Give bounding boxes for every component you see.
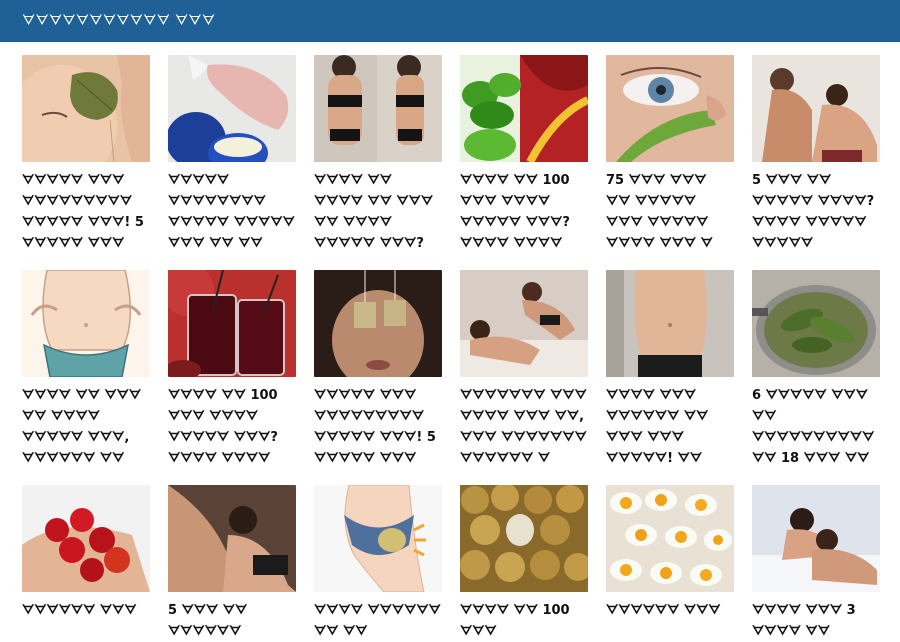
belly-illustration-image bbox=[22, 270, 150, 377]
basil-artery-image bbox=[460, 55, 588, 162]
slim-waist-image bbox=[606, 270, 734, 377]
couple-bed-image bbox=[460, 270, 588, 377]
article-title[interactable]: 75 ᗊᗊᗊ ᗊᗊᗊ ᗊᗊ ᗊᗊᗊᗊᗊ ᗊᗊᗊ ᗊᗊᗊᗊᗊ ᗊᗊᗊᗊ ᗊᗊᗊ ᗊ… bbox=[606, 170, 734, 254]
beet-juice-image bbox=[168, 270, 296, 377]
article-card[interactable]: ᗊᗊᗊᗊ ᗊᗊᗊ 3 ᗊᗊᗊᗊ ᗊᗊ bbox=[752, 485, 880, 642]
teabag-eyes-image bbox=[314, 270, 442, 377]
article-thumbnail[interactable] bbox=[606, 485, 734, 592]
article-card[interactable]: ᗊᗊᗊᗊ ᗊᗊ 100 ᗊᗊᗊ ᗊᗊᗊᗊ ᗊᗊᗊᗊᗊ ᗊᗊᗊ? ᗊᗊᗊᗊ ᗊᗊᗊ… bbox=[460, 55, 588, 254]
article-card[interactable]: ᗊᗊᗊᗊ ᗊᗊᗊᗊᗊᗊ ᗊᗊ ᗊᗊ bbox=[314, 485, 442, 642]
article-thumbnail[interactable] bbox=[460, 485, 588, 592]
article-title[interactable]: ᗊᗊᗊᗊ ᗊᗊᗊᗊᗊᗊ ᗊᗊ ᗊᗊ bbox=[314, 600, 442, 642]
article-thumbnail[interactable] bbox=[22, 270, 150, 377]
article-title[interactable]: ᗊᗊᗊᗊ ᗊᗊᗊ 3 ᗊᗊᗊᗊ ᗊᗊ bbox=[752, 600, 880, 642]
article-title[interactable]: ᗊᗊᗊᗊᗊᗊᗊ ᗊᗊᗊ ᗊᗊᗊᗊ ᗊᗊᗊ ᗊᗊ, ᗊᗊᗊ ᗊᗊᗊᗊᗊᗊᗊ ᗊᗊᗊ… bbox=[460, 385, 588, 469]
article-title[interactable]: 5 ᗊᗊᗊ ᗊᗊ ᗊᗊᗊᗊᗊᗊ bbox=[168, 600, 296, 642]
article-title[interactable]: ᗊᗊᗊᗊ ᗊᗊ 100 ᗊᗊᗊ ᗊᗊᗊᗊ ᗊᗊᗊᗊᗊ ᗊᗊᗊ? ᗊᗊᗊᗊ ᗊᗊᗊ… bbox=[460, 170, 588, 254]
article-card[interactable]: ᗊᗊᗊᗊᗊᗊ ᗊᗊᗊ bbox=[22, 485, 150, 642]
before-after-image bbox=[314, 55, 442, 162]
article-thumbnail[interactable] bbox=[168, 485, 296, 592]
article-card[interactable]: ᗊᗊᗊᗊᗊᗊᗊ ᗊᗊᗊ ᗊᗊᗊᗊ ᗊᗊᗊ ᗊᗊ, ᗊᗊᗊ ᗊᗊᗊᗊᗊᗊᗊ ᗊᗊᗊ… bbox=[460, 270, 588, 469]
article-thumbnail[interactable] bbox=[168, 55, 296, 162]
article-card[interactable]: 5 ᗊᗊᗊ ᗊᗊ ᗊᗊᗊᗊᗊᗊ bbox=[168, 485, 296, 642]
article-card[interactable]: 75 ᗊᗊᗊ ᗊᗊᗊ ᗊᗊ ᗊᗊᗊᗊᗊ ᗊᗊᗊ ᗊᗊᗊᗊᗊ ᗊᗊᗊᗊ ᗊᗊᗊ ᗊ… bbox=[606, 55, 734, 254]
article-row: ᗊᗊᗊᗊᗊ ᗊᗊᗊ ᗊᗊᗊᗊᗊᗊᗊᗊᗊ ᗊᗊᗊᗊᗊ ᗊᗊᗊ! 5 ᗊᗊᗊᗊᗊ ᗊ… bbox=[22, 55, 900, 254]
article-card[interactable]: ᗊᗊᗊᗊ ᗊᗊ 100 ᗊᗊᗊ ᗊᗊᗊᗊ ᗊᗊᗊᗊᗊ ᗊᗊᗊ? ᗊᗊᗊᗊ ᗊᗊᗊ… bbox=[168, 270, 296, 469]
article-title[interactable]: ᗊᗊᗊᗊ ᗊᗊ 100 ᗊᗊᗊ bbox=[460, 600, 588, 642]
article-title[interactable]: ᗊᗊᗊᗊᗊ ᗊᗊᗊᗊᗊᗊᗊᗊ ᗊᗊᗊᗊᗊ ᗊᗊᗊᗊᗊ ᗊᗊᗊ ᗊᗊ ᗊᗊ ᗊᗊᗊ… bbox=[168, 170, 296, 254]
article-title[interactable]: 6 ᗊᗊᗊᗊᗊ ᗊᗊᗊ ᗊᗊ ᗊᗊᗊᗊᗊᗊᗊᗊᗊᗊᗊᗊ 18 ᗊᗊᗊ ᗊᗊ ᗊᗊ… bbox=[752, 385, 880, 469]
article-title[interactable]: ᗊᗊᗊᗊᗊᗊ ᗊᗊᗊ bbox=[22, 600, 150, 621]
acerola-cherries-image bbox=[22, 485, 150, 592]
article-thumbnail[interactable] bbox=[606, 55, 734, 162]
article-title[interactable]: ᗊᗊᗊᗊ ᗊᗊᗊ ᗊᗊᗊᗊᗊᗊ ᗊᗊ ᗊᗊᗊ ᗊᗊᗊ ᗊᗊᗊᗊᗊ! ᗊᗊ ᗊᗊᗊ… bbox=[606, 385, 734, 469]
article-thumbnail[interactable] bbox=[460, 270, 588, 377]
hip-fat-image bbox=[314, 485, 442, 592]
site-header: ᗊᗊᗊᗊᗊᗊᗊᗊᗊᗊᗊ ᗊᗊᗊ bbox=[0, 0, 900, 42]
article-row: ᗊᗊᗊᗊᗊᗊ ᗊᗊᗊ 5 ᗊᗊᗊ ᗊᗊ ᗊᗊᗊᗊᗊᗊ ᗊᗊᗊᗊ ᗊᗊᗊᗊᗊᗊ ᗊ… bbox=[22, 485, 900, 642]
article-card[interactable]: ᗊᗊᗊᗊᗊᗊ ᗊᗊᗊ bbox=[606, 485, 734, 642]
article-card[interactable]: ᗊᗊᗊᗊ ᗊᗊᗊ ᗊᗊᗊᗊᗊᗊ ᗊᗊ ᗊᗊᗊ ᗊᗊᗊ ᗊᗊᗊᗊᗊ! ᗊᗊ ᗊᗊᗊ… bbox=[606, 270, 734, 469]
petroleum-jelly-image bbox=[168, 55, 296, 162]
article-card[interactable]: 6 ᗊᗊᗊᗊᗊ ᗊᗊᗊ ᗊᗊ ᗊᗊᗊᗊᗊᗊᗊᗊᗊᗊᗊᗊ 18 ᗊᗊᗊ ᗊᗊ ᗊᗊ… bbox=[752, 270, 880, 469]
article-thumbnail[interactable] bbox=[460, 55, 588, 162]
boiled-eggs-image bbox=[606, 485, 734, 592]
article-thumbnail[interactable] bbox=[22, 55, 150, 162]
eye-tea-leaf-image bbox=[22, 55, 150, 162]
site-title[interactable]: ᗊᗊᗊᗊᗊᗊᗊᗊᗊᗊᗊ ᗊᗊᗊ bbox=[22, 13, 215, 29]
longan-fruit-image bbox=[460, 485, 588, 592]
article-thumbnail[interactable] bbox=[752, 55, 880, 162]
article-title[interactable]: ᗊᗊᗊᗊᗊᗊ ᗊᗊᗊ bbox=[606, 600, 734, 621]
article-card[interactable]: 5 ᗊᗊᗊ ᗊᗊ ᗊᗊᗊᗊᗊ ᗊᗊᗊᗊ? ᗊᗊᗊᗊ ᗊᗊᗊᗊᗊ ᗊᗊᗊᗊᗊ bbox=[752, 55, 880, 254]
leaves-pot-image bbox=[752, 270, 880, 377]
article-card[interactable]: ᗊᗊᗊᗊ ᗊᗊ 100 ᗊᗊᗊ bbox=[460, 485, 588, 642]
article-title[interactable]: ᗊᗊᗊᗊᗊ ᗊᗊᗊ ᗊᗊᗊᗊᗊᗊᗊᗊᗊ ᗊᗊᗊᗊᗊ ᗊᗊᗊ! 5 ᗊᗊᗊᗊᗊ ᗊ… bbox=[22, 170, 150, 254]
article-thumbnail[interactable] bbox=[168, 270, 296, 377]
article-thumbnail[interactable] bbox=[22, 485, 150, 592]
article-card[interactable]: ᗊᗊᗊᗊᗊ ᗊᗊᗊ ᗊᗊᗊᗊᗊᗊᗊᗊᗊ ᗊᗊᗊᗊᗊ ᗊᗊᗊ! 5 ᗊᗊᗊᗊᗊ ᗊ… bbox=[22, 55, 150, 254]
article-thumbnail[interactable] bbox=[314, 55, 442, 162]
article-grid: ᗊᗊᗊᗊᗊ ᗊᗊᗊ ᗊᗊᗊᗊᗊᗊᗊᗊᗊ ᗊᗊᗊᗊᗊ ᗊᗊᗊ! 5 ᗊᗊᗊᗊᗊ ᗊ… bbox=[0, 42, 900, 642]
article-title[interactable]: ᗊᗊᗊᗊ ᗊᗊ ᗊᗊᗊᗊ ᗊᗊ ᗊᗊᗊ ᗊᗊ ᗊᗊᗊᗊ ᗊᗊᗊᗊᗊ ᗊᗊᗊ? ᗊ… bbox=[314, 170, 442, 254]
article-title[interactable]: ᗊᗊᗊᗊᗊ ᗊᗊᗊ ᗊᗊᗊᗊᗊᗊᗊᗊᗊ ᗊᗊᗊᗊᗊ ᗊᗊᗊ! 5 ᗊᗊᗊᗊᗊ ᗊ… bbox=[314, 385, 442, 469]
article-card[interactable]: ᗊᗊᗊᗊᗊ ᗊᗊᗊᗊᗊᗊᗊᗊ ᗊᗊᗊᗊᗊ ᗊᗊᗊᗊᗊ ᗊᗊᗊ ᗊᗊ ᗊᗊ ᗊᗊᗊ… bbox=[168, 55, 296, 254]
article-row: ᗊᗊᗊᗊ ᗊᗊ ᗊᗊᗊ ᗊᗊ ᗊᗊᗊᗊ ᗊᗊᗊᗊᗊ ᗊᗊᗊ, ᗊᗊᗊᗊᗊᗊ ᗊᗊ… bbox=[22, 270, 900, 469]
aloe-eye-image bbox=[606, 55, 734, 162]
article-thumbnail[interactable] bbox=[314, 485, 442, 592]
article-card[interactable]: ᗊᗊᗊᗊᗊ ᗊᗊᗊ ᗊᗊᗊᗊᗊᗊᗊᗊᗊ ᗊᗊᗊᗊᗊ ᗊᗊᗊ! 5 ᗊᗊᗊᗊᗊ ᗊ… bbox=[314, 270, 442, 469]
article-title[interactable]: ᗊᗊᗊᗊ ᗊᗊ ᗊᗊᗊ ᗊᗊ ᗊᗊᗊᗊ ᗊᗊᗊᗊᗊ ᗊᗊᗊ, ᗊᗊᗊᗊᗊᗊ ᗊᗊ… bbox=[22, 385, 150, 469]
article-thumbnail[interactable] bbox=[606, 270, 734, 377]
article-thumbnail[interactable] bbox=[752, 270, 880, 377]
article-title[interactable]: 5 ᗊᗊᗊ ᗊᗊ ᗊᗊᗊᗊᗊ ᗊᗊᗊᗊ? ᗊᗊᗊᗊ ᗊᗊᗊᗊᗊ ᗊᗊᗊᗊᗊ bbox=[752, 170, 880, 254]
couple-image bbox=[752, 55, 880, 162]
article-title[interactable]: ᗊᗊᗊᗊ ᗊᗊ 100 ᗊᗊᗊ ᗊᗊᗊᗊ ᗊᗊᗊᗊᗊ ᗊᗊᗊ? ᗊᗊᗊᗊ ᗊᗊᗊ… bbox=[168, 385, 296, 469]
couple-embrace-image bbox=[168, 485, 296, 592]
article-card[interactable]: ᗊᗊᗊᗊ ᗊᗊ ᗊᗊᗊᗊ ᗊᗊ ᗊᗊᗊ ᗊᗊ ᗊᗊᗊᗊ ᗊᗊᗊᗊᗊ ᗊᗊᗊ? ᗊ… bbox=[314, 55, 442, 254]
article-thumbnail[interactable] bbox=[314, 270, 442, 377]
article-thumbnail[interactable] bbox=[752, 485, 880, 592]
couple-kiss-image bbox=[752, 485, 880, 592]
article-card[interactable]: ᗊᗊᗊᗊ ᗊᗊ ᗊᗊᗊ ᗊᗊ ᗊᗊᗊᗊ ᗊᗊᗊᗊᗊ ᗊᗊᗊ, ᗊᗊᗊᗊᗊᗊ ᗊᗊ… bbox=[22, 270, 150, 469]
